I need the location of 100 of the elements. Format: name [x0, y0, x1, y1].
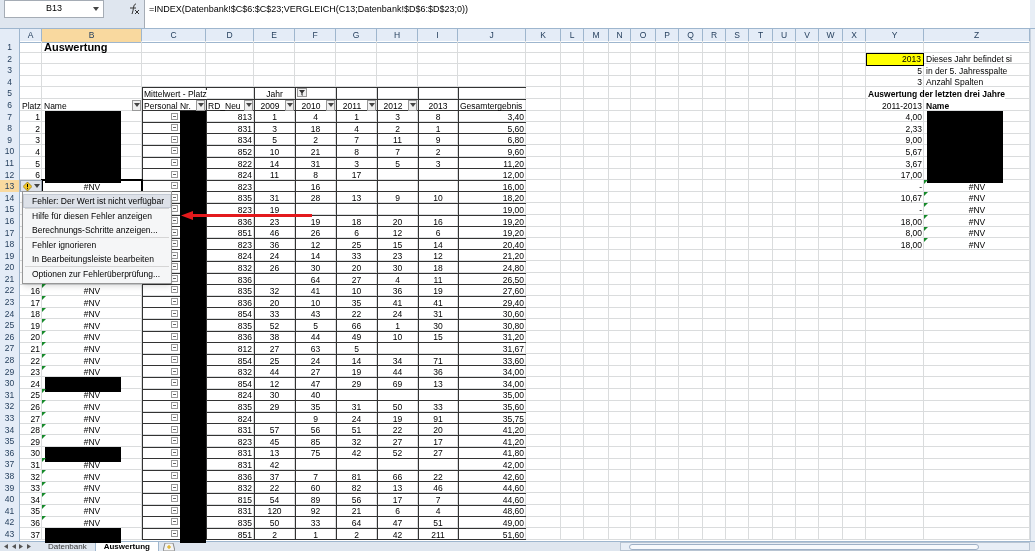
column-header[interactable]: F [295, 29, 336, 43]
table-cell: 2,33 [905, 124, 922, 134]
table-cell: 18 [433, 263, 443, 273]
new-sheet-icon[interactable] [162, 542, 175, 551]
collapse-icon[interactable] [171, 124, 178, 132]
column-header[interactable]: C [142, 29, 206, 43]
menu-item[interactable]: Fehler ignorieren [23, 238, 171, 252]
menu-item[interactable]: Optionen zur Fehlerüberprüfung... [23, 267, 171, 281]
column-header[interactable]: W [819, 29, 843, 43]
sheet-tab[interactable]: Auswertung [95, 542, 159, 551]
collapse-icon[interactable] [171, 483, 178, 491]
name-box[interactable]: B13 [4, 0, 104, 18]
filter-dropdown-button[interactable] [367, 99, 376, 111]
column-header[interactable]: S [726, 29, 749, 43]
table-cell: 120 [267, 507, 282, 516]
formula-field[interactable]: =INDEX(Datenbank!$C$6:$C$23;VERGLEICH(C13;Datenbank!$D$6:$D$23;0)) [144, 0, 1030, 28]
table-cell: #NV [83, 461, 101, 470]
column-header[interactable]: X [843, 29, 866, 43]
column-header[interactable]: M [584, 29, 609, 43]
column-header[interactable]: L [561, 29, 584, 43]
vertical-scrollbar[interactable] [1030, 29, 1035, 541]
table-cell: 22 [433, 472, 443, 482]
collapse-icon[interactable] [171, 170, 178, 178]
table-cell: 26 [269, 263, 280, 273]
filter-button[interactable] [297, 88, 307, 98]
collapse-icon[interactable] [171, 332, 178, 340]
collapse-icon[interactable] [171, 135, 178, 143]
collapse-icon[interactable] [171, 495, 178, 503]
column-header[interactable]: O [631, 29, 656, 43]
collapse-icon[interactable] [171, 390, 178, 398]
menu-item[interactable]: Hilfe für diesen Fehler anzeigen [23, 209, 171, 223]
collapse-icon[interactable] [171, 182, 178, 190]
filter-dropdown-button[interactable] [285, 99, 294, 111]
collapse-icon[interactable] [171, 414, 178, 421]
horizontal-scrollbar[interactable] [620, 542, 1030, 551]
collapse-icon[interactable] [171, 356, 178, 364]
column-header[interactable]: P [656, 29, 679, 43]
collapse-icon[interactable] [171, 344, 178, 352]
collapse-icon[interactable] [171, 379, 178, 387]
filter-dropdown-button[interactable] [132, 99, 141, 111]
column-header[interactable]: H [377, 29, 418, 43]
field-header: 2010 [301, 101, 321, 111]
table-cell: 824 [237, 252, 252, 261]
table-cell: 1 [272, 113, 277, 122]
error-smart-tag[interactable] [20, 180, 42, 192]
table-cell: 5 [313, 321, 318, 331]
column-header[interactable]: Y [866, 29, 924, 43]
menu-item[interactable]: Fehler: Der Wert ist nicht verfügbar [23, 194, 171, 208]
collapse-icon[interactable] [171, 286, 178, 294]
filter-dropdown-button[interactable] [244, 99, 253, 111]
collapse-icon[interactable] [171, 518, 178, 526]
column-header[interactable]: R [703, 29, 726, 43]
column-header[interactable]: V [796, 29, 819, 43]
column-header[interactable]: B [42, 29, 142, 43]
column-header[interactable]: N [609, 29, 631, 43]
collapse-icon[interactable] [171, 402, 178, 410]
column-header[interactable]: U [773, 29, 796, 43]
menu-item[interactable]: In Bearbeitungsleiste bearbeiten [23, 252, 171, 266]
collapse-icon[interactable] [171, 147, 178, 155]
filter-dropdown-button[interactable] [196, 99, 205, 111]
table-cell: 4 [435, 507, 441, 516]
column-header[interactable]: Q [679, 29, 703, 43]
column-header[interactable]: G [336, 29, 377, 43]
menu-item[interactable]: Berechnungs-Schritte anzeigen... [23, 223, 171, 237]
collapse-icon[interactable] [171, 309, 178, 317]
collapse-icon[interactable] [171, 158, 178, 166]
column-header[interactable]: K [526, 29, 561, 43]
table-cell: 4 [395, 275, 400, 284]
filter-dropdown-button[interactable] [326, 99, 335, 111]
collapse-icon[interactable] [171, 506, 178, 514]
table-cell: 21 [351, 507, 362, 516]
collapse-icon[interactable] [171, 460, 178, 468]
collapse-icon[interactable] [171, 425, 178, 433]
collapse-icon[interactable] [171, 529, 178, 537]
table-cell: 42 [269, 461, 280, 470]
table-cell: #NV [83, 518, 101, 528]
column-header[interactable]: I [418, 29, 458, 43]
collapse-icon[interactable] [171, 367, 178, 375]
column-header[interactable]: D [206, 29, 254, 43]
vertical-scrollbar[interactable] [1030, 0, 1035, 28]
table-cell: 8 [435, 113, 441, 122]
table-cell: 50 [269, 518, 280, 528]
collapse-icon[interactable] [171, 471, 178, 479]
collapse-icon[interactable] [171, 321, 178, 329]
table-cell: 52 [269, 321, 280, 331]
filter-dropdown-button[interactable] [408, 99, 417, 111]
collapse-icon[interactable] [171, 298, 178, 306]
column-header[interactable]: T [749, 29, 773, 43]
collapse-icon[interactable] [171, 112, 178, 120]
table-cell: 27 [392, 437, 403, 447]
table-cell: 89 [310, 495, 321, 505]
table-cell: 23 [269, 217, 280, 227]
table-cell: 25 [269, 356, 280, 366]
collapse-icon[interactable] [171, 437, 178, 445]
column-header[interactable]: J [458, 29, 526, 43]
function-icon[interactable] [128, 3, 140, 15]
table-cell: 42 [392, 530, 403, 540]
column-header[interactable]: E [254, 29, 295, 43]
collapse-icon[interactable] [171, 448, 178, 456]
table-cell: 40 [310, 391, 321, 400]
